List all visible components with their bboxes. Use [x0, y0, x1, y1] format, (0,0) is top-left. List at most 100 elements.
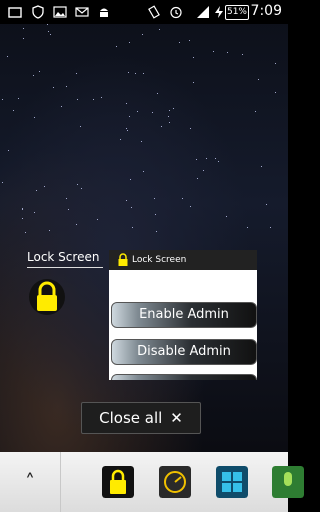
star	[49, 230, 50, 231]
star	[66, 198, 67, 199]
star	[213, 51, 214, 52]
star	[120, 139, 121, 140]
enable-admin-button[interactable]: Enable Admin	[111, 302, 257, 328]
signal-icon	[197, 6, 209, 18]
star	[275, 92, 276, 93]
star	[2, 99, 3, 100]
star	[39, 71, 40, 72]
calculator-app-icon[interactable]	[216, 466, 248, 498]
star	[101, 97, 102, 98]
star	[93, 99, 94, 100]
star	[242, 54, 243, 55]
voice-app-icon[interactable]	[272, 466, 304, 498]
star	[193, 57, 194, 58]
star-field	[0, 0, 288, 452]
star	[266, 204, 267, 205]
image-icon	[53, 6, 67, 18]
star	[141, 141, 142, 142]
clock-time: 7:09	[250, 3, 282, 19]
star	[190, 128, 191, 129]
star	[196, 159, 197, 160]
star	[218, 161, 219, 162]
star	[247, 227, 248, 228]
mail-icon	[75, 7, 89, 17]
star	[2, 182, 3, 183]
lock-screen-app-icon[interactable]	[102, 466, 134, 498]
star	[155, 214, 156, 215]
star	[132, 227, 133, 228]
star	[173, 108, 174, 109]
star	[190, 206, 191, 207]
close-icon: ✕	[170, 409, 183, 427]
star	[179, 42, 180, 43]
star	[8, 150, 9, 151]
chevron-up-icon[interactable]: ˄	[0, 452, 61, 512]
battery-level: 51%	[225, 5, 249, 20]
star	[77, 184, 78, 185]
thumbnail-titlebar: Lock Screen	[109, 250, 257, 270]
star	[203, 170, 204, 171]
star	[182, 198, 183, 199]
third-button-partial[interactable]	[111, 374, 257, 380]
star	[157, 93, 158, 94]
star	[36, 190, 37, 191]
rotation-icon	[148, 5, 160, 19]
star	[116, 46, 117, 47]
star	[53, 87, 54, 88]
star	[34, 117, 35, 118]
star	[80, 126, 81, 127]
lock-app-icon[interactable]	[28, 278, 66, 316]
star	[270, 227, 271, 228]
star	[227, 52, 228, 53]
star	[258, 79, 259, 80]
star	[22, 209, 23, 210]
star	[81, 188, 82, 189]
charging-icon	[215, 6, 223, 18]
star	[18, 98, 19, 99]
thumbnail-title: Lock Screen	[132, 255, 187, 265]
star	[126, 128, 127, 129]
star	[76, 73, 77, 74]
star	[77, 99, 78, 100]
close-all-button[interactable]: Close all ✕	[81, 402, 201, 434]
star	[215, 158, 216, 159]
status-bar: 51% 7:09	[0, 0, 288, 24]
disable-admin-button[interactable]: Disable Admin	[111, 339, 257, 365]
star	[189, 40, 190, 41]
shield-icon	[32, 5, 44, 19]
star	[129, 116, 130, 117]
star	[68, 209, 69, 210]
compass-app-icon[interactable]	[159, 466, 191, 498]
star	[226, 216, 227, 217]
star	[130, 179, 131, 180]
star	[197, 178, 198, 179]
alarm-icon	[170, 6, 182, 19]
star	[7, 56, 8, 57]
recent-app-thumbnail[interactable]: Lock Screen Enable Admin Disable Admin	[109, 250, 257, 380]
star	[97, 219, 98, 220]
screenshot-icon	[8, 7, 22, 18]
star	[137, 111, 138, 112]
star	[143, 171, 144, 172]
star	[156, 231, 157, 232]
star	[152, 112, 153, 113]
star	[44, 186, 45, 187]
app-dock: ˄	[0, 452, 304, 512]
star	[22, 218, 23, 219]
star	[23, 38, 24, 39]
star	[50, 34, 51, 35]
star	[128, 72, 129, 73]
star	[135, 73, 136, 74]
star	[13, 110, 14, 111]
star	[275, 63, 276, 64]
star	[161, 126, 162, 127]
close-all-label: Close all	[99, 409, 163, 427]
star	[169, 110, 170, 111]
star	[127, 130, 128, 131]
recent-app-label[interactable]: Lock Screen	[27, 250, 103, 268]
star	[34, 212, 35, 213]
star	[25, 232, 26, 233]
star	[255, 111, 256, 112]
star	[159, 29, 160, 30]
star	[66, 86, 67, 87]
